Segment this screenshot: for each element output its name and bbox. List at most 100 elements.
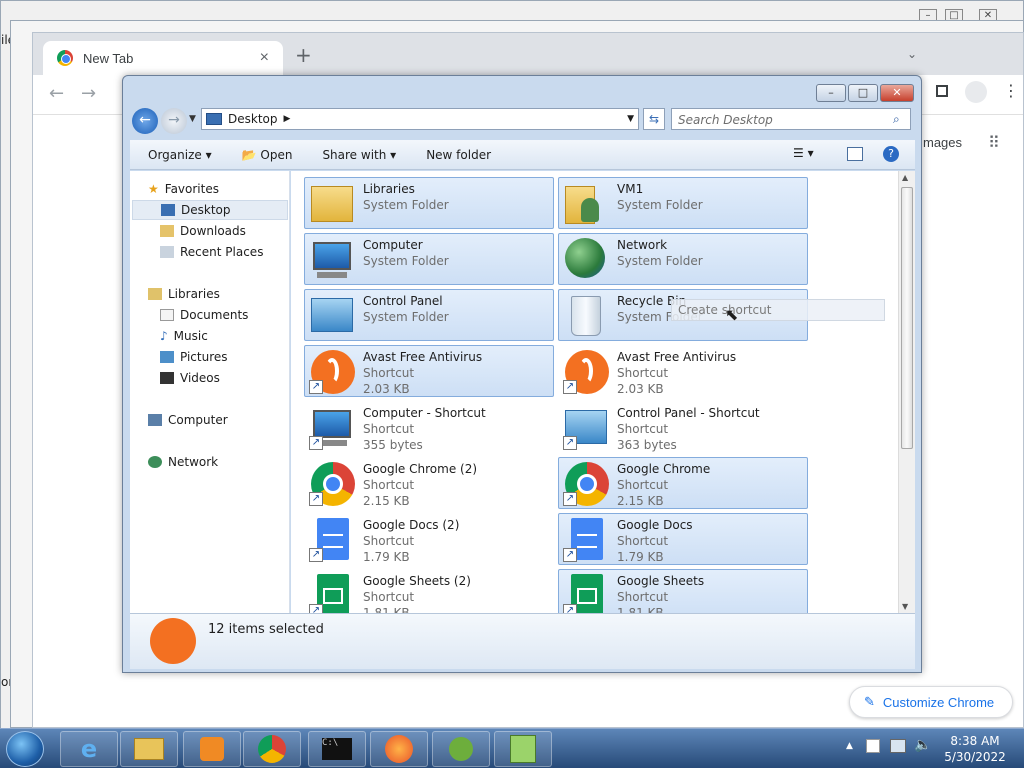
google-docs-icon: ↗ <box>307 516 357 562</box>
clock[interactable]: 8:38 AM 5/30/2022 <box>940 733 1010 765</box>
tab-strip: New Tab × + ⌄ <box>33 33 1023 75</box>
close-button[interactable]: ✕ <box>880 84 914 102</box>
nav-documents[interactable]: Documents <box>160 305 248 325</box>
open-button[interactable]: 📂 Open <box>242 148 293 162</box>
libraries-icon <box>307 180 357 226</box>
downloads-icon <box>160 225 174 237</box>
nav-network[interactable]: Network <box>148 452 218 472</box>
side-panel-icon[interactable] <box>936 85 948 97</box>
item-avast[interactable]: ↗ Avast Free Antivirus Shortcut 2.03 KB <box>304 345 554 397</box>
address-bar[interactable]: Desktop ▶ ▼ <box>201 108 639 130</box>
item-libraries[interactable]: Libraries System Folder <box>304 177 554 229</box>
pencil-icon: ✎ <box>864 694 875 709</box>
minimize-button[interactable]: – <box>816 84 846 102</box>
item-network[interactable]: Network System Folder <box>558 233 808 285</box>
maximize-button[interactable]: □ <box>848 84 878 102</box>
tab-new-tab[interactable]: New Tab × <box>43 41 283 75</box>
images-link[interactable]: mages <box>923 135 962 150</box>
breadcrumb-arrow-icon[interactable]: ▶ <box>284 114 291 124</box>
navigation-pane: ★ Favorites Desktop Downloads Recent Plac… <box>130 171 290 613</box>
item-control-panel[interactable]: Control Panel System Folder <box>304 289 554 341</box>
item-google-sheets[interactable]: ↗ Google Sheets Shortcut 1.81 KB <box>558 569 808 613</box>
chrome-icon: ↗ <box>561 460 611 506</box>
nav-music[interactable]: ♪ Music <box>160 326 208 346</box>
item-control-panel-shortcut[interactable]: ↗ Control Panel - Shortcut Shortcut 363 by… <box>558 401 808 453</box>
item-computer[interactable]: Computer System Folder <box>304 233 554 285</box>
nav-videos[interactable]: Videos <box>160 368 220 388</box>
search-input[interactable]: Search Desktop <box>671 108 911 130</box>
item-google-docs[interactable]: ↗ Google Docs Shortcut 1.79 KB <box>558 513 808 565</box>
close-icon[interactable]: × <box>260 49 269 67</box>
organize-button[interactable]: Organize ▾ <box>148 148 212 162</box>
apps-icon[interactable]: ⠿ <box>988 133 1000 152</box>
recent-places-icon <box>160 246 174 258</box>
forward-button[interactable]: → <box>161 108 187 134</box>
cursor-icon: ⬉ <box>725 305 739 324</box>
explorer-window: – □ ✕ ← → ▼ Desktop ▶ ▼ ⇆ Search Desktop… <box>122 75 922 673</box>
nav-recent-places[interactable]: Recent Places <box>160 242 263 262</box>
command-prompt-icon[interactable]: C:\ <box>308 731 366 767</box>
file-explorer-icon[interactable] <box>120 731 178 767</box>
item-google-chrome-2[interactable]: ↗ Google Chrome (2) Shortcut 2.15 KB <box>304 457 554 509</box>
internet-explorer-icon[interactable]: e <box>60 731 118 767</box>
taskbar: e C:\ ▲ 🔈 8:38 AM 5/30/2022 <box>0 728 1024 768</box>
details-pane: 12 items selected <box>130 613 915 669</box>
item-google-chrome[interactable]: ↗ Google Chrome Shortcut 2.15 KB <box>558 457 808 509</box>
back-button[interactable]: ← <box>132 108 158 134</box>
refresh-icon[interactable]: ⇆ <box>643 108 665 130</box>
control-panel-icon <box>307 292 357 338</box>
videos-icon <box>160 372 174 384</box>
gecko-icon[interactable] <box>432 731 490 767</box>
firefox-icon[interactable] <box>370 731 428 767</box>
recycle-bin-icon <box>561 292 611 338</box>
action-center-icon[interactable] <box>866 739 880 753</box>
customize-chrome-button[interactable]: ✎ Customize Chrome <box>849 686 1013 718</box>
file-list: Libraries System Folder VM1 System Folder … <box>291 171 915 613</box>
drag-tooltip: Create shortcut <box>671 299 885 321</box>
forward-icon[interactable]: → <box>81 83 96 104</box>
notepad-plus-icon[interactable] <box>494 731 552 767</box>
new-tab-button[interactable]: + <box>295 43 312 67</box>
help-icon[interactable]: ? <box>883 146 899 162</box>
clock-time: 8:38 AM <box>950 734 1000 748</box>
item-computer-shortcut[interactable]: ↗ Computer - Shortcut Shortcut 355 bytes <box>304 401 554 453</box>
libraries-icon <box>148 288 162 300</box>
nav-computer[interactable]: Computer <box>148 410 228 430</box>
address-text: Desktop <box>228 112 278 126</box>
item-google-docs-2[interactable]: ↗ Google Docs (2) Shortcut 1.79 KB <box>304 513 554 565</box>
documents-icon <box>160 309 174 321</box>
new-folder-button[interactable]: New folder <box>426 148 491 162</box>
scroll-thumb[interactable] <box>901 187 913 449</box>
nav-favorites[interactable]: ★ Favorites <box>148 179 219 199</box>
nav-pictures[interactable]: Pictures <box>160 347 228 367</box>
control-panel-icon: ↗ <box>561 404 611 450</box>
preview-pane-icon[interactable] <box>847 147 863 161</box>
address-dropdown-icon[interactable]: ▼ <box>627 114 638 124</box>
chevron-down-icon[interactable]: ⌄ <box>907 47 917 61</box>
item-vm1[interactable]: VM1 System Folder <box>558 177 808 229</box>
chrome-icon[interactable] <box>243 731 301 767</box>
scroll-up-icon[interactable]: ▲ <box>902 173 908 182</box>
media-player-icon[interactable] <box>183 731 241 767</box>
network-tray-icon[interactable] <box>890 739 906 753</box>
nav-desktop[interactable]: Desktop <box>132 200 288 220</box>
volume-icon[interactable]: 🔈 <box>914 737 931 753</box>
back-icon[interactable]: ← <box>49 83 64 104</box>
avast-icon: ↗ <box>307 348 357 394</box>
star-icon: ★ <box>148 182 159 196</box>
start-button[interactable] <box>6 731 44 767</box>
vertical-scrollbar[interactable]: ▲ ▼ <box>898 171 915 613</box>
avatar[interactable] <box>965 81 987 103</box>
view-options-icon[interactable]: ☰ ▾ <box>793 146 814 160</box>
menu-icon[interactable]: ⋮ <box>1003 81 1019 100</box>
nav-libraries[interactable]: Libraries <box>148 284 220 304</box>
tray-arrow-icon[interactable]: ▲ <box>846 741 853 751</box>
item-avast-2[interactable]: ↗ Avast Free Antivirus Shortcut 2.03 KB <box>558 345 808 397</box>
recent-pages-icon[interactable]: ▼ <box>189 114 196 124</box>
scroll-down-icon[interactable]: ▼ <box>902 602 908 611</box>
nav-downloads[interactable]: Downloads <box>160 221 246 241</box>
share-with-button[interactable]: Share with ▾ <box>322 148 396 162</box>
item-google-sheets-2[interactable]: ↗ Google Sheets (2) Shortcut 1.81 KB <box>304 569 554 613</box>
avast-icon: ↗ <box>561 348 611 394</box>
user-folder-icon <box>561 180 611 226</box>
